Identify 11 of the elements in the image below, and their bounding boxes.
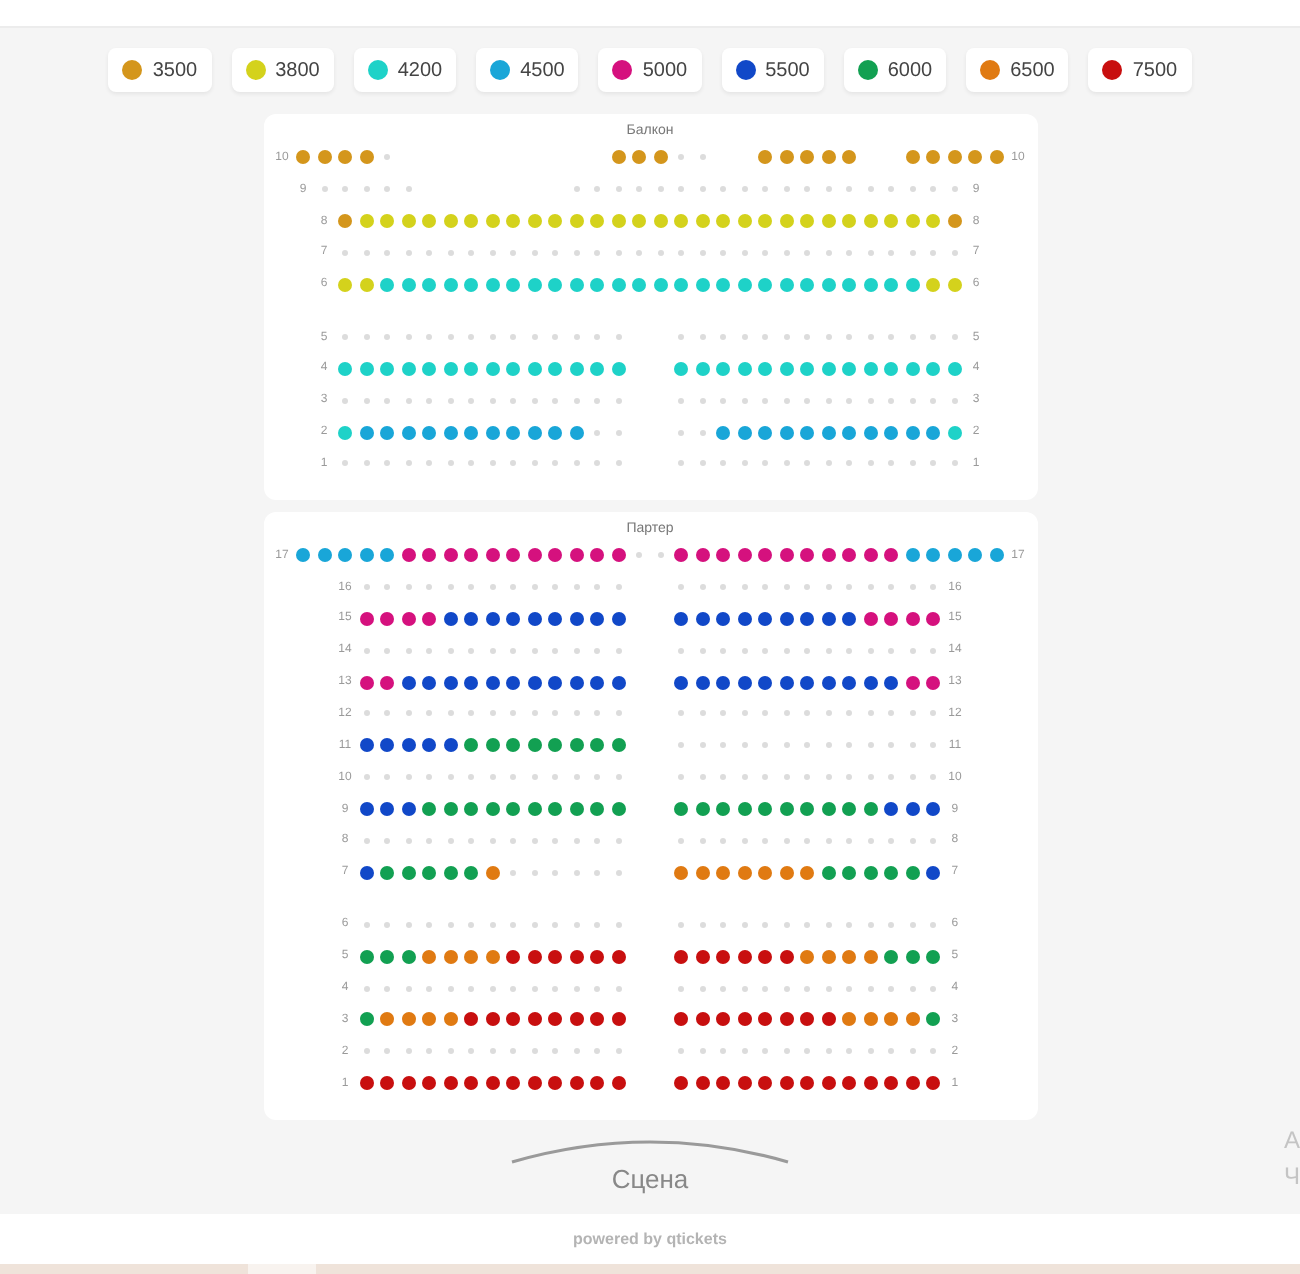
price-chip[interactable]: 4200 [353,48,457,92]
stage-label: Сцена [611,1163,689,1194]
price-chip[interactable]: 3800 [231,48,334,92]
price-chip[interactable]: 5000 [598,48,702,92]
price-chip[interactable]: 3500 [108,48,212,92]
price-chip[interactable]: 7500 [1088,48,1192,92]
price-chip[interactable]: 5500 [721,48,824,92]
powered-by-text: powered by qtickets [573,1229,727,1248]
price-chip[interactable]: 6000 [843,48,947,92]
price-chip[interactable]: 6500 [966,48,1069,92]
price-chip[interactable]: 4500 [476,48,579,92]
